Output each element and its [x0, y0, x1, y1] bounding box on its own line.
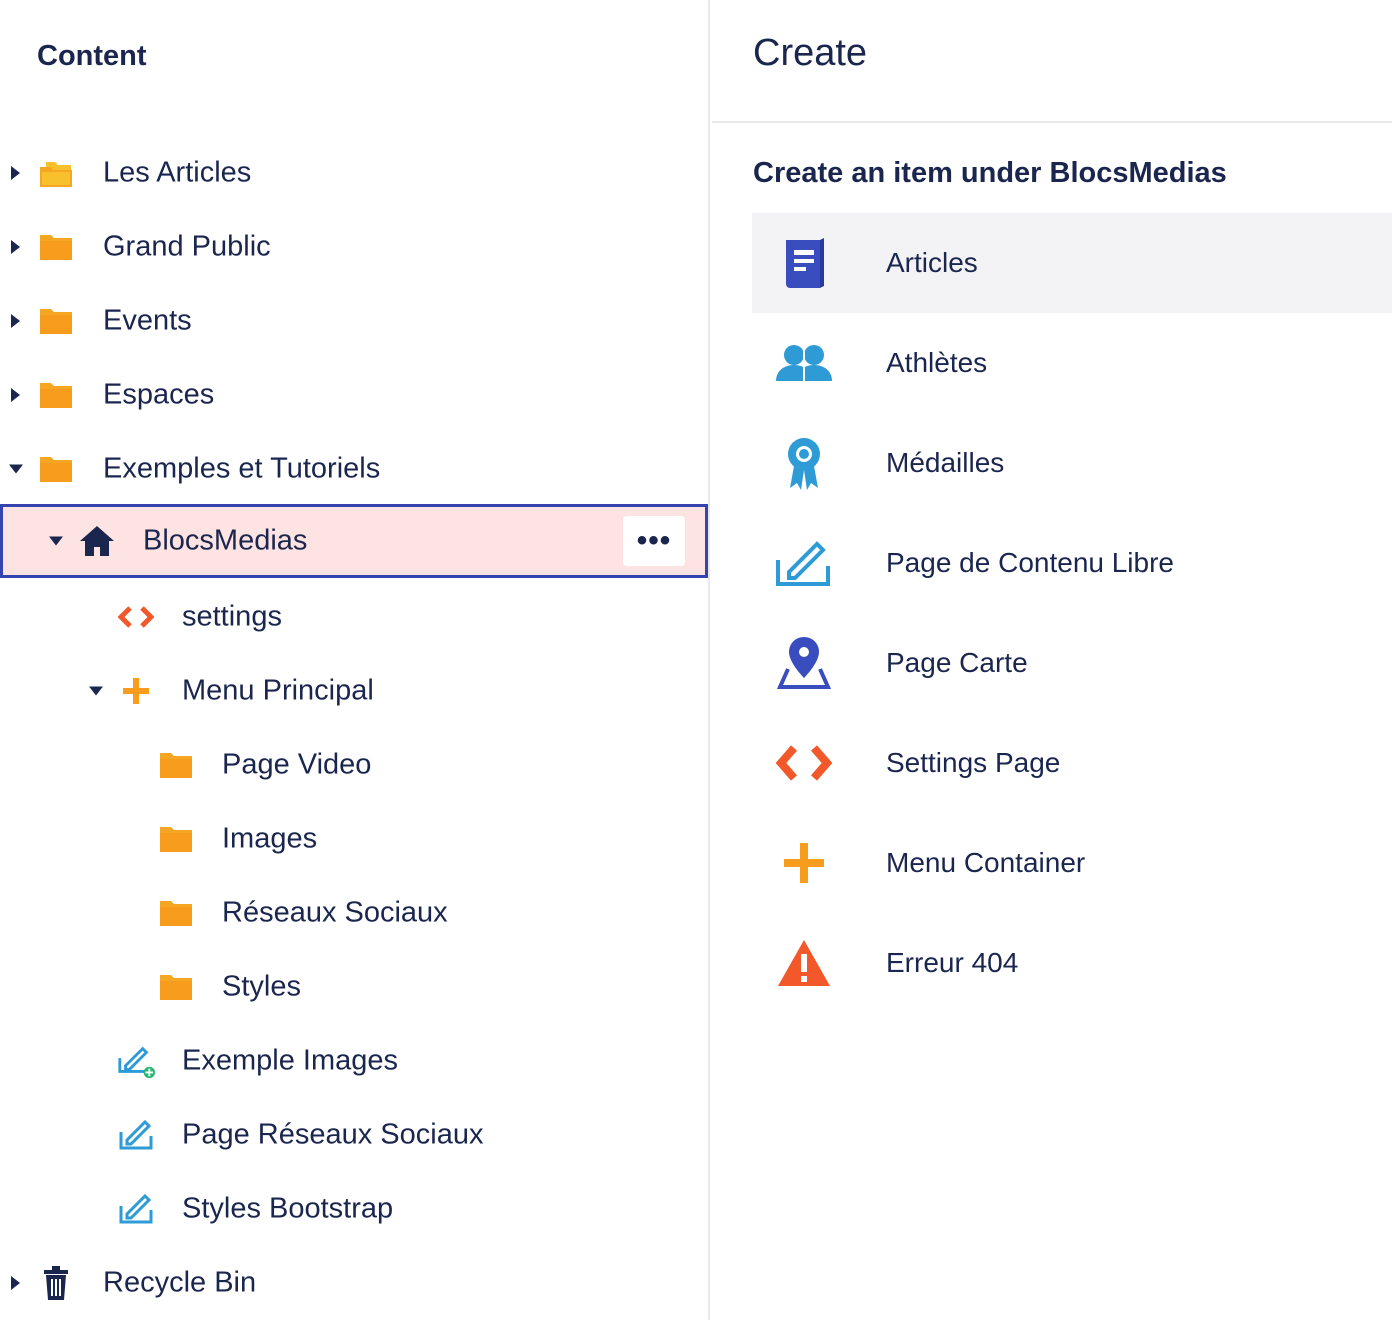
- collapse-caret-icon[interactable]: [89, 686, 103, 696]
- folder-icon: [36, 449, 76, 489]
- collapse-caret-icon[interactable]: [9, 464, 23, 474]
- tree-item-settings[interactable]: settings: [0, 580, 708, 654]
- users-icon: [774, 333, 834, 393]
- map-pin-icon: [774, 633, 834, 693]
- tree-item-label: Réseaux Sociaux: [222, 896, 448, 929]
- tree-item-label: settings: [182, 600, 282, 633]
- doctype-page-carte[interactable]: Page Carte: [752, 613, 1392, 713]
- folder-icon: [36, 301, 76, 341]
- expand-caret-icon[interactable]: [11, 314, 20, 328]
- book-icon: [774, 233, 834, 293]
- tree-item-label: Exemple Images: [182, 1044, 398, 1077]
- doctype-erreur-404[interactable]: Erreur 404: [752, 913, 1392, 1013]
- folder-icon: [156, 819, 196, 859]
- doctype-menu-container[interactable]: Menu Container: [752, 813, 1392, 913]
- edit-icon: [116, 1115, 156, 1155]
- doctype-settings-page[interactable]: Settings Page: [752, 713, 1392, 813]
- trash-icon: [36, 1263, 76, 1303]
- tree-item-label: BlocsMedias: [143, 524, 308, 557]
- tree-item-label: Menu Principal: [182, 674, 374, 707]
- content-tree-panel: Content Les Articles Grand Public Events…: [0, 0, 710, 1320]
- warning-icon: [774, 933, 834, 993]
- expand-caret-icon[interactable]: [11, 240, 20, 254]
- doctype-label: Articles: [886, 247, 978, 278]
- tree-item-label: Page Réseaux Sociaux: [182, 1118, 484, 1151]
- tree-item-label: Styles Bootstrap: [182, 1192, 394, 1225]
- doctype-medailles[interactable]: Médailles: [752, 413, 1392, 513]
- doctype-label: Erreur 404: [886, 947, 1019, 978]
- medal-icon: [774, 433, 834, 493]
- tree-item-page-reseaux-sociaux[interactable]: Page Réseaux Sociaux: [0, 1098, 708, 1172]
- doctype-label: Page Carte: [886, 647, 1028, 678]
- folder-icon: [156, 967, 196, 1007]
- tree-item-exemple-images[interactable]: Exemple Images: [0, 1024, 708, 1098]
- tree-item-menu-principal[interactable]: Menu Principal: [0, 654, 708, 728]
- tree-item-recycle-bin[interactable]: Recycle Bin: [0, 1246, 708, 1320]
- folder-icon: [36, 375, 76, 415]
- edit-icon: [774, 533, 834, 593]
- tree-item-events[interactable]: Events: [0, 284, 708, 358]
- edit-icon: [116, 1189, 156, 1229]
- doctype-label: Settings Page: [886, 747, 1061, 778]
- tree-item-exemples-et-tutoriels[interactable]: Exemples et Tutoriels: [0, 432, 708, 506]
- collapse-caret-icon[interactable]: [49, 536, 63, 546]
- expand-caret-icon[interactable]: [11, 166, 20, 180]
- tree-item-grand-public[interactable]: Grand Public: [0, 210, 708, 284]
- folder-icon: [36, 227, 76, 267]
- folder-icon: [156, 893, 196, 933]
- tree-item-label: Styles: [222, 970, 301, 1003]
- tree-item-label: Events: [103, 304, 192, 337]
- code-icon: [116, 597, 156, 637]
- doctype-articles[interactable]: Articles: [752, 213, 1392, 313]
- doctype-page-de-contenu-libre[interactable]: Page de Contenu Libre: [752, 513, 1392, 613]
- tree-item-page-video[interactable]: Page Video: [0, 728, 708, 802]
- edit-add-icon: [116, 1041, 156, 1081]
- plus-icon: [116, 671, 156, 711]
- tree-item-label: Exemples et Tutoriels: [103, 452, 381, 485]
- tree-item-espaces[interactable]: Espaces: [0, 358, 708, 432]
- create-dialog-panel: Create Create an item under BlocsMedias …: [712, 0, 1392, 1320]
- expand-caret-icon[interactable]: [11, 388, 20, 402]
- doctype-label: Athlètes: [886, 347, 988, 378]
- tree-item-styles[interactable]: Styles: [0, 950, 708, 1024]
- node-actions-button[interactable]: •••: [623, 516, 685, 566]
- doctype-label: Menu Container: [886, 847, 1086, 878]
- tree-item-label: Les Articles: [103, 156, 252, 189]
- tree-item-blocsmedias[interactable]: BlocsMedias •••: [0, 504, 708, 578]
- tree-item-label: Images: [222, 822, 318, 855]
- tree-item-styles-bootstrap[interactable]: Styles Bootstrap: [0, 1172, 708, 1246]
- tree-item-label: Recycle Bin: [103, 1266, 257, 1299]
- tree-item-label: Grand Public: [103, 230, 271, 263]
- doctype-label: Page de Contenu Libre: [886, 547, 1174, 578]
- tree-item-label: Page Video: [222, 748, 372, 781]
- plus-icon: [774, 833, 834, 893]
- folder-open-icon: [36, 153, 76, 193]
- home-icon: [77, 521, 117, 561]
- doctype-athletes[interactable]: Athlètes: [752, 313, 1392, 413]
- tree-item-les-articles[interactable]: Les Articles: [0, 136, 708, 210]
- code-icon: [774, 733, 834, 793]
- tree-item-images[interactable]: Images: [0, 802, 708, 876]
- tree-item-label: Espaces: [103, 378, 215, 411]
- create-subtitle: Create an item under BlocsMedias: [753, 157, 1227, 189]
- folder-icon: [156, 745, 196, 785]
- doctype-label: Médailles: [886, 447, 1005, 478]
- create-header: Create: [712, 0, 1392, 123]
- tree-title: Content: [37, 40, 147, 72]
- expand-caret-icon[interactable]: [11, 1276, 20, 1290]
- tree-item-reseaux-sociaux[interactable]: Réseaux Sociaux: [0, 876, 708, 950]
- create-title: Create: [753, 32, 868, 74]
